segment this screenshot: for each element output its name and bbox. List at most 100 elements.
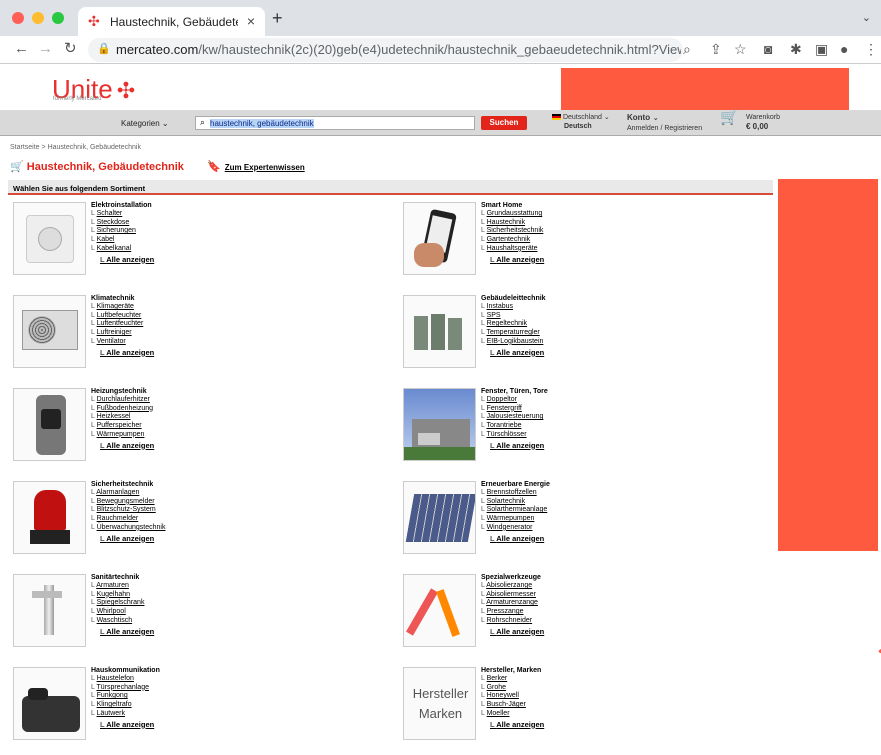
zoom-icon[interactable]: ⌕ xyxy=(683,41,691,57)
category-title[interactable]: Gebäudeleittechnik xyxy=(481,295,546,302)
category-image[interactable] xyxy=(13,574,86,647)
address-bar[interactable]: 🔒 mercateo.com/kw/haustechnik(2c)(20)geb… xyxy=(88,38,683,62)
subcategory-link[interactable]: Luftentfeuchter xyxy=(91,320,154,329)
subcategory-link[interactable]: Läutwerk xyxy=(91,710,154,719)
subcategory-link[interactable]: Wärmepumpen xyxy=(481,515,547,524)
show-all-link[interactable]: Alle anzeigen xyxy=(100,348,154,358)
subcategory-link[interactable]: Überwachungstechnik xyxy=(91,524,166,533)
subcategory-link[interactable]: Doppeltor xyxy=(481,396,544,405)
subcategory-link[interactable]: Moeller xyxy=(481,710,544,719)
category-image[interactable] xyxy=(13,667,86,740)
category-title[interactable]: Heizungstechnik xyxy=(91,388,147,395)
sidepanel-icon[interactable]: ▣ xyxy=(815,41,828,57)
category-image[interactable] xyxy=(13,388,86,461)
subcategory-link[interactable]: Abisolierzange xyxy=(481,582,544,591)
subcategory-link[interactable]: Brennstoffzellen xyxy=(481,489,547,498)
category-title[interactable]: Sanitärtechnik xyxy=(91,574,139,581)
search-input[interactable]: ⌕ haustechnik, gebäudetechnik xyxy=(195,116,475,130)
subcategory-link[interactable]: Luftreiniger xyxy=(91,329,154,338)
category-image[interactable] xyxy=(13,295,86,368)
tab-list-chevron-icon[interactable]: ⌄ xyxy=(862,11,871,24)
subcategory-link[interactable]: Torantriebe xyxy=(481,422,544,431)
subcategory-link[interactable]: Alarmanlagen xyxy=(91,489,165,498)
maximize-window-icon[interactable] xyxy=(52,12,64,24)
category-image[interactable] xyxy=(403,481,476,554)
category-title[interactable]: Smart Home xyxy=(481,202,522,209)
subcategory-link[interactable]: Gartentechnik xyxy=(481,236,544,245)
reload-icon[interactable]: ↻ xyxy=(64,41,77,57)
category-title[interactable]: Spezialwerkzeuge xyxy=(481,574,541,581)
search-button[interactable]: Suchen xyxy=(481,116,527,130)
subcategory-link[interactable]: Haustechnik xyxy=(481,219,544,228)
subcategory-link[interactable]: Jalousiesteuerung xyxy=(481,413,544,422)
subcategory-link[interactable]: Klimageräte xyxy=(91,303,154,312)
show-all-link[interactable]: Alle anzeigen xyxy=(100,720,154,730)
subcategory-link[interactable]: Waschtisch xyxy=(91,617,154,626)
subcategory-link[interactable]: Rauchmelder xyxy=(91,515,165,524)
subcategory-link[interactable]: Fußbodenheizung xyxy=(91,405,154,414)
subcategory-link[interactable]: Haustelefon xyxy=(91,675,154,684)
subcategory-link[interactable]: Grohe xyxy=(481,684,544,693)
category-title[interactable]: Erneuerbare Energie xyxy=(481,481,550,488)
subcategory-link[interactable]: Schalter xyxy=(91,210,154,219)
category-image[interactable] xyxy=(13,481,86,554)
subcategory-link[interactable]: Haushaltsgeräte xyxy=(481,245,544,254)
subcategory-link[interactable]: Grundausstattung xyxy=(481,210,544,219)
subcategory-link[interactable]: Presszange xyxy=(481,608,544,617)
back-icon[interactable]: ← xyxy=(14,41,29,57)
subcategory-link[interactable]: Busch-Jäger xyxy=(481,701,544,710)
show-all-link[interactable]: Alle anzeigen xyxy=(100,255,154,265)
show-all-link[interactable]: Alle anzeigen xyxy=(100,534,165,544)
subcategory-link[interactable]: Honeywell xyxy=(481,692,544,701)
show-all-link[interactable]: Alle anzeigen xyxy=(490,534,547,544)
minimize-window-icon[interactable] xyxy=(32,12,44,24)
subcategory-link[interactable]: Funkgong xyxy=(91,692,154,701)
subcategory-link[interactable]: Berker xyxy=(481,675,544,684)
profile-icon[interactable]: ● xyxy=(840,41,848,57)
subcategory-link[interactable]: SPS xyxy=(481,312,544,321)
subcategory-link[interactable]: Kabelkanal xyxy=(91,245,154,254)
subcategory-link[interactable]: Kabel xyxy=(91,236,154,245)
subcategory-link[interactable]: Sicherheitstechnik xyxy=(481,227,544,236)
subcategory-link[interactable]: Wärmepumpen xyxy=(91,431,154,440)
subcategory-link[interactable]: Instabus xyxy=(481,303,544,312)
subcategory-link[interactable]: Türsprechanlage xyxy=(91,684,154,693)
show-all-link[interactable]: Alle anzeigen xyxy=(490,255,544,265)
category-image[interactable] xyxy=(13,202,86,275)
category-image[interactable] xyxy=(403,388,476,461)
close-window-icon[interactable] xyxy=(12,12,24,24)
show-all-link[interactable]: Alle anzeigen xyxy=(100,627,154,637)
camera-icon[interactable]: ◙ xyxy=(764,41,772,57)
category-title[interactable]: Klimatechnik xyxy=(91,295,135,302)
subcategory-link[interactable]: Regeltechnik xyxy=(481,320,544,329)
subcategory-link[interactable]: Kugelhahn xyxy=(91,591,154,600)
cart-button[interactable]: 🛒 Warenkorb € 0,00 xyxy=(720,110,780,131)
show-all-link[interactable]: Alle anzeigen xyxy=(100,441,154,451)
subcategory-link[interactable]: Spiegelschrank xyxy=(91,599,154,608)
show-all-link[interactable]: Alle anzeigen xyxy=(490,441,544,451)
categories-menu[interactable]: Kategorien ⌄ xyxy=(121,119,169,128)
category-title[interactable]: Fenster, Türen, Tore xyxy=(481,388,548,395)
browser-tab[interactable]: ✣ Haustechnik, Gebäudetechnik × xyxy=(78,7,265,36)
subcategory-link[interactable]: Armaturen xyxy=(91,582,154,591)
subcategory-link[interactable]: Klingeltrafo xyxy=(91,701,154,710)
subcategory-link[interactable]: Steckdose xyxy=(91,219,154,228)
new-tab-icon[interactable]: + xyxy=(272,8,283,29)
subcategory-link[interactable]: Heizkessel xyxy=(91,413,154,422)
category-title[interactable]: Sicherheitstechnik xyxy=(91,481,153,488)
forward-icon[interactable]: → xyxy=(38,41,53,57)
subcategory-link[interactable]: Fenstergriff xyxy=(481,405,544,414)
subcategory-link[interactable]: Abisoliermesser xyxy=(481,591,544,600)
extensions-icon[interactable]: ✱ xyxy=(790,41,802,57)
show-all-link[interactable]: Alle anzeigen xyxy=(490,720,544,730)
menu-icon[interactable]: ⋮ xyxy=(864,41,878,57)
subcategory-link[interactable]: Ventilator xyxy=(91,338,154,347)
subcategory-link[interactable]: Sicherungen xyxy=(91,227,154,236)
category-title[interactable]: Hauskommunikation xyxy=(91,667,160,674)
category-image[interactable] xyxy=(403,574,476,647)
subcategory-link[interactable]: EIB-Logikbaustein xyxy=(481,338,544,347)
category-image[interactable] xyxy=(403,295,476,368)
subcategory-link[interactable]: Luftbefeuchter xyxy=(91,312,154,321)
category-image[interactable] xyxy=(403,202,476,275)
subcategory-link[interactable]: Whirlpool xyxy=(91,608,154,617)
